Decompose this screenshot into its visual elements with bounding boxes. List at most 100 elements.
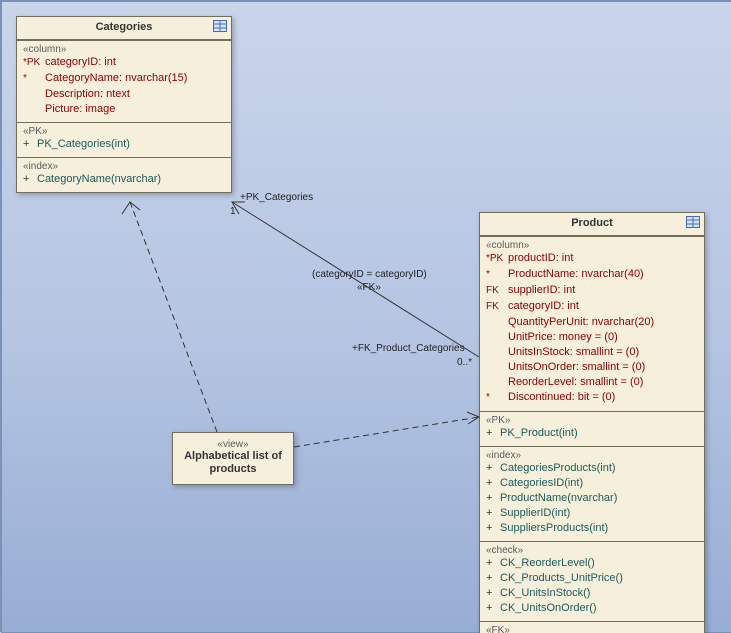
visibility-public-icon: + bbox=[486, 476, 500, 490]
op-text: PK_Product(int) bbox=[500, 426, 578, 440]
entity-product-title: Product bbox=[571, 217, 613, 229]
op-row: +SupplierID(int) bbox=[486, 506, 698, 521]
column-row: UnitsOnOrder: smallint = (0) bbox=[486, 360, 698, 375]
op-text: CK_UnitsInStock() bbox=[500, 586, 590, 600]
product-pk-section: «PK» +PK_Product(int) bbox=[480, 411, 704, 446]
op-text: CK_Products_UnitPrice() bbox=[500, 571, 623, 585]
op-text: CK_ReorderLevel() bbox=[500, 556, 595, 570]
entity-product[interactable]: Product «column» *PKproductID: int *Prod… bbox=[479, 212, 705, 633]
op-row: +CategoriesProducts(int) bbox=[486, 461, 698, 476]
col-text: categoryID: int bbox=[45, 55, 116, 69]
col-marker: FK bbox=[486, 300, 508, 314]
entity-categories-title: Categories bbox=[96, 21, 153, 33]
col-text: UnitsInStock: smallint = (0) bbox=[508, 345, 639, 359]
check-stereotype: «check» bbox=[486, 545, 698, 556]
col-marker: *PK bbox=[486, 252, 508, 266]
index-stereotype: «index» bbox=[23, 161, 225, 172]
assoc-constraint: (categoryID = categoryID) bbox=[312, 269, 427, 280]
op-row: +CategoriesID(int) bbox=[486, 476, 698, 491]
visibility-public-icon: + bbox=[486, 426, 500, 440]
view-stereotype: «view» bbox=[181, 439, 285, 450]
col-text: productID: int bbox=[508, 251, 573, 265]
column-row: *PKproductID: int bbox=[486, 251, 698, 267]
column-row: *ProductName: nvarchar(40) bbox=[486, 267, 698, 283]
column-row: FKcategoryID: int bbox=[486, 299, 698, 315]
visibility-public-icon: + bbox=[486, 461, 500, 475]
op-row: +CK_UnitsInStock() bbox=[486, 586, 698, 601]
table-icon bbox=[213, 20, 227, 32]
col-marker: *PK bbox=[23, 56, 45, 70]
product-fk-section: «FK» +FK_Product_Categories(int) +FK_Pro… bbox=[480, 621, 704, 633]
assoc-mult-pk: 1 bbox=[230, 206, 236, 217]
visibility-public-icon: + bbox=[486, 506, 500, 520]
op-text: PK_Categories(int) bbox=[37, 137, 130, 151]
op-row: +PK_Categories(int) bbox=[23, 137, 225, 152]
op-row: +SuppliersProducts(int) bbox=[486, 521, 698, 536]
column-row: QuantityPerUnit: nvarchar(20) bbox=[486, 315, 698, 330]
op-row: +CK_Products_UnitPrice() bbox=[486, 571, 698, 586]
entity-product-header[interactable]: Product bbox=[480, 213, 704, 236]
col-text: supplierID: int bbox=[508, 283, 575, 297]
pk-stereotype: «PK» bbox=[486, 415, 698, 426]
col-marker: * bbox=[486, 391, 508, 405]
visibility-public-icon: + bbox=[486, 571, 500, 585]
visibility-public-icon: + bbox=[486, 491, 500, 505]
categories-index-section: «index» +CategoryName(nvarchar) bbox=[17, 157, 231, 192]
op-text: CategoriesProducts(int) bbox=[500, 461, 616, 475]
view-title: Alphabetical list of products bbox=[181, 450, 285, 476]
op-row: +PK_Product(int) bbox=[486, 426, 698, 441]
columns-stereotype: «column» bbox=[23, 44, 225, 55]
view-alphabetical-list[interactable]: «view» Alphabetical list of products bbox=[172, 432, 294, 485]
columns-stereotype: «column» bbox=[486, 240, 698, 251]
col-text: categoryID: int bbox=[508, 299, 579, 313]
entity-categories[interactable]: Categories «column» *PKcategoryID: int *… bbox=[16, 16, 232, 193]
column-row: *PKcategoryID: int bbox=[23, 55, 225, 71]
column-row: ReorderLevel: smallint = (0) bbox=[486, 375, 698, 390]
table-icon bbox=[686, 216, 700, 228]
visibility-public-icon: + bbox=[486, 521, 500, 535]
index-stereotype: «index» bbox=[486, 450, 698, 461]
op-text: ProductName(nvarchar) bbox=[500, 491, 617, 505]
op-text: SupplierID(int) bbox=[500, 506, 570, 520]
visibility-public-icon: + bbox=[486, 601, 500, 615]
col-text: Discontinued: bit = (0) bbox=[508, 390, 615, 404]
column-row: *Discontinued: bit = (0) bbox=[486, 390, 698, 406]
visibility-public-icon: + bbox=[23, 172, 37, 186]
col-text: Picture: image bbox=[45, 102, 115, 116]
col-text: UnitPrice: money = (0) bbox=[508, 330, 618, 344]
col-text: UnitsOnOrder: smallint = (0) bbox=[508, 360, 645, 374]
column-row: Description: ntext bbox=[23, 87, 225, 102]
column-row: *CategoryName: nvarchar(15) bbox=[23, 71, 225, 87]
op-text: CategoryName(nvarchar) bbox=[37, 172, 161, 186]
op-text: CategoriesID(int) bbox=[500, 476, 583, 490]
column-row: UnitPrice: money = (0) bbox=[486, 330, 698, 345]
product-index-section: «index» +CategoriesProducts(int) +Catego… bbox=[480, 446, 704, 541]
assoc-label-fk-end: +FK_Product_Categories bbox=[352, 343, 465, 354]
op-text: SuppliersProducts(int) bbox=[500, 521, 608, 535]
col-marker: * bbox=[486, 268, 508, 282]
visibility-public-icon: + bbox=[486, 586, 500, 600]
visibility-public-icon: + bbox=[23, 137, 37, 151]
col-marker: * bbox=[23, 72, 45, 86]
assoc-label-pk-end: +PK_Categories bbox=[240, 192, 313, 203]
op-row: +ProductName(nvarchar) bbox=[486, 491, 698, 506]
pk-stereotype: «PK» bbox=[23, 126, 225, 137]
visibility-public-icon: + bbox=[486, 556, 500, 570]
op-text: CK_UnitsOnOrder() bbox=[500, 601, 597, 615]
col-text: Description: ntext bbox=[45, 87, 130, 101]
categories-columns-section: «column» *PKcategoryID: int *CategoryNam… bbox=[17, 40, 231, 122]
col-text: QuantityPerUnit: nvarchar(20) bbox=[508, 315, 654, 329]
entity-categories-header[interactable]: Categories bbox=[17, 17, 231, 40]
op-row: +CK_ReorderLevel() bbox=[486, 556, 698, 571]
col-text: ReorderLevel: smallint = (0) bbox=[508, 375, 643, 389]
column-row: Picture: image bbox=[23, 102, 225, 117]
product-columns-section: «column» *PKproductID: int *ProductName:… bbox=[480, 236, 704, 411]
op-row: +CategoryName(nvarchar) bbox=[23, 172, 225, 187]
column-row: UnitsInStock: smallint = (0) bbox=[486, 345, 698, 360]
op-row: +CK_UnitsOnOrder() bbox=[486, 601, 698, 616]
assoc-mult-fk: 0..* bbox=[457, 357, 472, 368]
product-check-section: «check» +CK_ReorderLevel() +CK_Products_… bbox=[480, 541, 704, 621]
col-marker: FK bbox=[486, 284, 508, 298]
col-text: CategoryName: nvarchar(15) bbox=[45, 71, 187, 85]
assoc-stereotype: «FK» bbox=[357, 282, 381, 293]
